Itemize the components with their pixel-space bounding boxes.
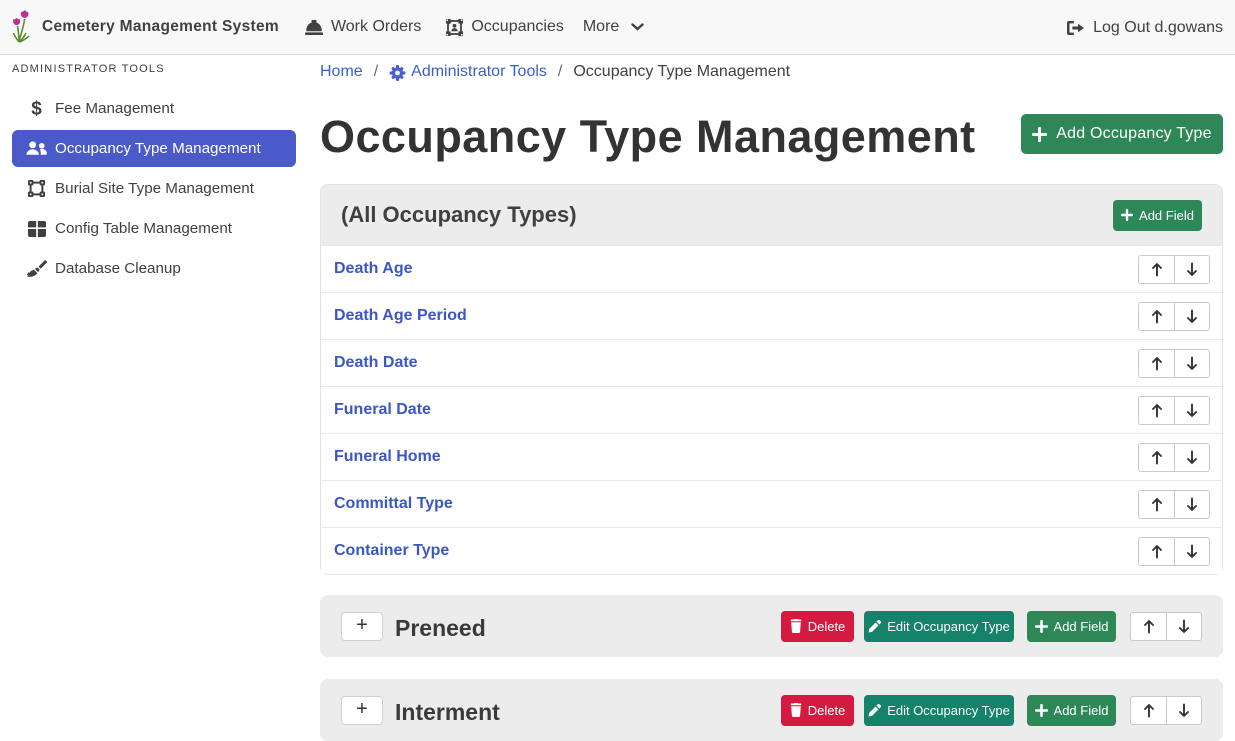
svg-text:$: $ xyxy=(31,99,42,118)
